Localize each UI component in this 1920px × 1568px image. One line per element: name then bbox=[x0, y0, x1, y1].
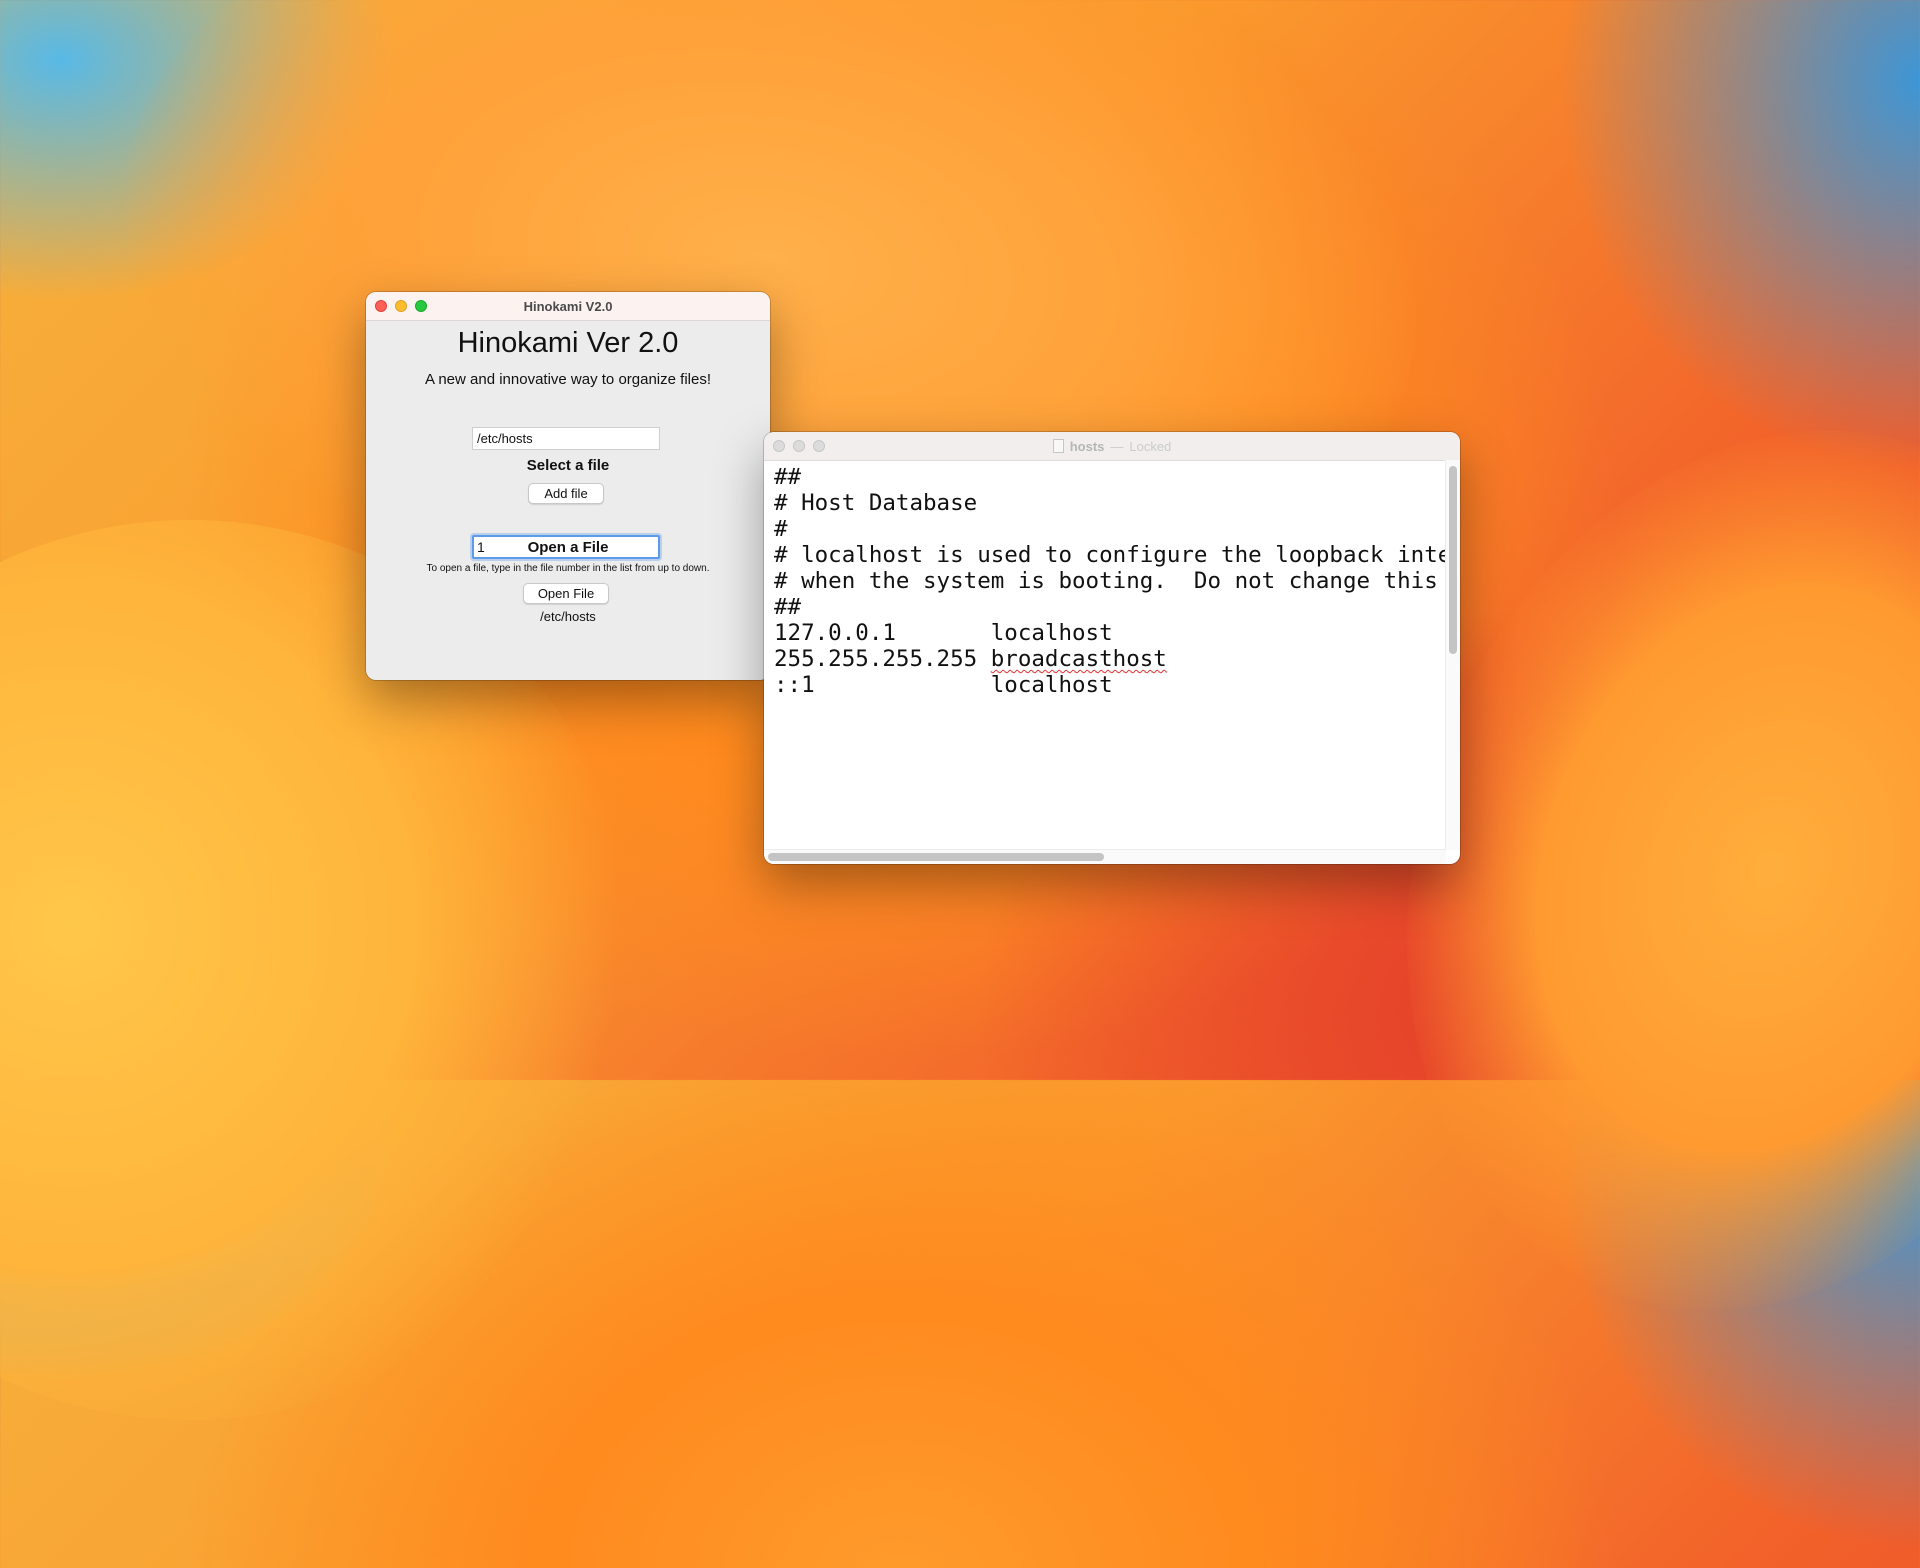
close-icon[interactable] bbox=[773, 440, 785, 452]
textedit-window: hosts — Locked ## # Host Database # # lo… bbox=[764, 432, 1460, 864]
traffic-lights bbox=[375, 300, 427, 312]
traffic-lights bbox=[773, 440, 825, 452]
window-title: Hinokami V2.0 bbox=[523, 298, 613, 314]
text-line: ## bbox=[774, 464, 802, 490]
zoom-icon[interactable] bbox=[813, 440, 825, 452]
minimize-icon[interactable] bbox=[793, 440, 805, 452]
text-line: ::1 localhost bbox=[774, 672, 1113, 698]
zoom-icon[interactable] bbox=[415, 300, 427, 312]
add-file-button[interactable]: Add file bbox=[528, 483, 604, 504]
text-line: ## bbox=[774, 594, 802, 620]
select-file-label: Select a file bbox=[526, 457, 610, 474]
text-line: 127.0.0.1 localhost bbox=[774, 620, 1113, 646]
text-line: # bbox=[774, 516, 788, 542]
app-heading: Hinokami Ver 2.0 bbox=[457, 327, 679, 359]
document-text[interactable]: ## # Host Database # # localhost is used… bbox=[774, 464, 1460, 698]
text-line: # Host Database bbox=[774, 490, 978, 516]
open-file-button[interactable]: Open File bbox=[523, 583, 609, 604]
text-line: # when the system is booting. Do not cha… bbox=[774, 568, 1460, 594]
document-icon bbox=[1052, 439, 1064, 453]
title-separator: — bbox=[1110, 438, 1124, 454]
vertical-scroll-thumb[interactable] bbox=[1449, 466, 1457, 654]
locked-status[interactable]: Locked bbox=[1129, 439, 1171, 454]
minimize-icon[interactable] bbox=[395, 300, 407, 312]
document-title: hosts bbox=[1069, 438, 1105, 454]
file-path-input[interactable]: /etc/hosts bbox=[472, 427, 660, 450]
text-line: # localhost is used to configure the loo… bbox=[774, 542, 1460, 568]
hinokami-window: Hinokami V2.0 Hinokami Ver 2.0 A new and… bbox=[366, 292, 770, 680]
close-icon[interactable] bbox=[375, 300, 387, 312]
open-file-label: Open a File bbox=[527, 539, 609, 556]
horizontal-scroll-thumb[interactable] bbox=[768, 853, 1104, 861]
text-editor[interactable]: ## # Host Database # # localhost is used… bbox=[764, 460, 1460, 864]
app-subtitle: A new and innovative way to organize fil… bbox=[424, 371, 711, 388]
opened-file-path: /etc/hosts bbox=[540, 609, 596, 624]
hinokami-content: Hinokami Ver 2.0 A new and innovative wa… bbox=[366, 321, 770, 680]
text-line: 255.255.255.255 bbox=[774, 646, 991, 672]
vertical-scrollbar[interactable] bbox=[1445, 460, 1460, 850]
misspelled-word[interactable]: broadcasthost bbox=[991, 646, 1167, 672]
hinokami-titlebar[interactable]: Hinokami V2.0 bbox=[366, 292, 770, 321]
textedit-titlebar[interactable]: hosts — Locked bbox=[764, 432, 1460, 461]
open-file-hint: To open a file, type in the file number … bbox=[426, 563, 710, 574]
horizontal-scrollbar[interactable] bbox=[764, 849, 1446, 864]
